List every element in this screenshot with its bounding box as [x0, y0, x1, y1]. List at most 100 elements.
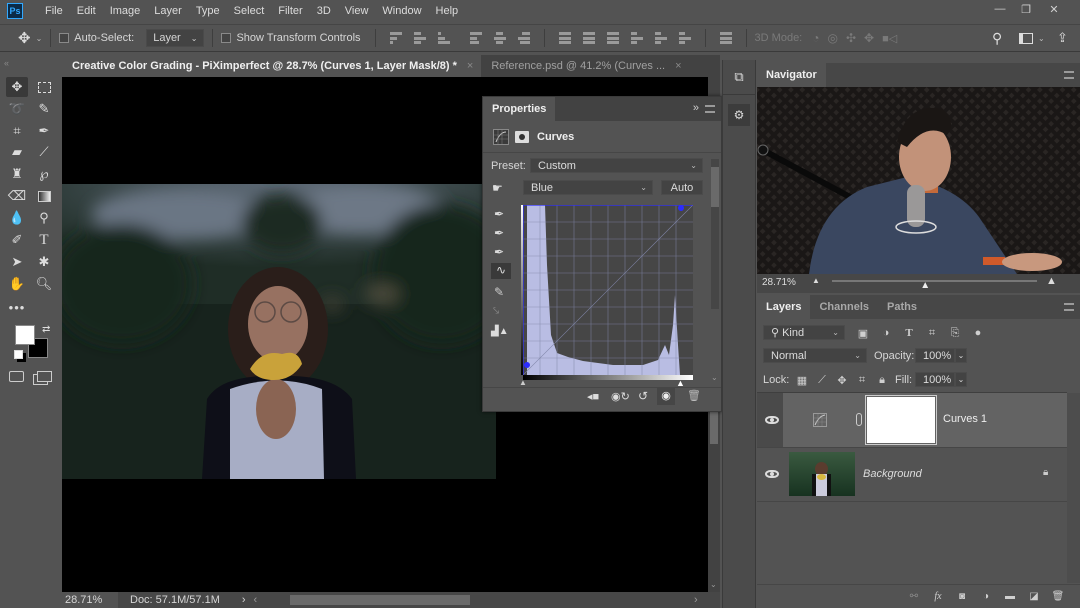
- filter-adjustment-icon[interactable]: ◑: [879, 326, 893, 340]
- blend-mode-dropdown[interactable]: Normal ⌄: [763, 348, 867, 363]
- crop-tool-icon[interactable]: ⌗: [6, 121, 28, 141]
- black-input-slider[interactable]: ▲: [519, 378, 527, 387]
- auto-select-target-dropdown[interactable]: Layer ⌄: [146, 29, 205, 47]
- document-tab-active[interactable]: Creative Color Grading - PiXimperfect @ …: [62, 55, 482, 77]
- horizontal-scrollbar-thumb[interactable]: [290, 595, 470, 605]
- scroll-left-arrow-icon[interactable]: ‹: [254, 594, 258, 606]
- eyedropper-tool-icon[interactable]: ✒: [33, 121, 55, 141]
- navigator-preview[interactable]: [757, 87, 1080, 274]
- screen-mode-icon[interactable]: [37, 371, 52, 382]
- move-tool-icon[interactable]: ✥: [6, 77, 28, 97]
- target-adjustment-hand-icon[interactable]: ☛: [492, 181, 503, 195]
- distribute-right-icon[interactable]: [678, 32, 691, 44]
- distribute-hcenter-icon[interactable]: [654, 32, 667, 44]
- menu-file[interactable]: File: [45, 5, 63, 17]
- distribute-bottom-icon[interactable]: [606, 32, 619, 44]
- hand-tool-icon[interactable]: ✋: [6, 274, 28, 294]
- menu-filter[interactable]: Filter: [278, 5, 302, 17]
- white-point-eyedropper-icon[interactable]: ✒: [494, 245, 504, 259]
- 3d-slide-icon[interactable]: ✥: [864, 31, 874, 45]
- restore-button[interactable]: ❐: [1012, 0, 1040, 18]
- black-point-eyedropper-icon[interactable]: ✒: [494, 207, 504, 221]
- collapse-panel-icon[interactable]: »: [693, 102, 699, 114]
- layer-name[interactable]: Curves 1: [943, 413, 987, 425]
- show-transform-checkbox[interactable]: [221, 33, 232, 43]
- scrollbar-thumb[interactable]: [710, 412, 718, 444]
- link-layers-icon[interactable]: ⚯: [907, 591, 921, 603]
- quick-selection-tool-icon[interactable]: ✎: [33, 99, 55, 119]
- 3d-roll-icon[interactable]: ◎: [828, 31, 838, 45]
- zoom-in-icon[interactable]: ▲: [1046, 275, 1057, 287]
- menu-edit[interactable]: Edit: [77, 5, 96, 17]
- new-layer-icon[interactable]: ◪: [1027, 591, 1041, 603]
- menu-window[interactable]: Window: [382, 5, 421, 17]
- layer-row-curves-1[interactable]: Curves 1: [757, 393, 1067, 447]
- gray-point-eyedropper-icon[interactable]: ✒: [494, 226, 504, 240]
- swap-colors-icon[interactable]: ⇄: [42, 324, 50, 335]
- minimize-button[interactable]: —: [986, 0, 1014, 18]
- brush-tool-icon[interactable]: ⟋: [33, 142, 55, 162]
- navigator-tab[interactable]: Navigator: [757, 63, 826, 87]
- scroll-down-arrow-icon[interactable]: ⌄: [710, 580, 717, 589]
- layer-name[interactable]: Background: [863, 468, 922, 480]
- smooth-curve-icon[interactable]: ⤥: [493, 305, 499, 318]
- visibility-eye-icon[interactable]: [765, 470, 779, 478]
- menu-view[interactable]: View: [345, 5, 369, 17]
- auto-button[interactable]: Auto: [661, 180, 703, 195]
- close-button[interactable]: ✕: [1040, 0, 1068, 18]
- navigator-zoom-value[interactable]: 28.71%: [762, 277, 796, 288]
- channel-dropdown[interactable]: Blue ⌄: [523, 180, 653, 195]
- draw-pencil-icon[interactable]: ✎: [494, 285, 504, 299]
- panel-menu-icon[interactable]: [705, 105, 715, 113]
- filter-smart-object-icon[interactable]: ⎘: [948, 326, 962, 340]
- history-panel-icon[interactable]: ⧉: [728, 66, 750, 88]
- align-right-icon[interactable]: [517, 32, 530, 44]
- close-tab-icon[interactable]: ×: [675, 60, 681, 72]
- properties-tab[interactable]: Properties: [483, 97, 556, 121]
- zoom-out-icon[interactable]: ▲: [812, 276, 820, 285]
- default-colors-icon[interactable]: [14, 350, 23, 359]
- curve-point-white[interactable]: [678, 205, 684, 211]
- collapse-toolbar-icon[interactable]: «: [4, 58, 9, 68]
- clip-to-layer-icon[interactable]: ◂■: [587, 390, 599, 403]
- navigator-zoom-slider[interactable]: [832, 280, 1037, 282]
- gradient-tool-icon[interactable]: [33, 186, 55, 206]
- tab-paths[interactable]: Paths: [878, 295, 926, 319]
- fill-input[interactable]: 100%: [915, 372, 955, 387]
- 3d-camera-icon[interactable]: ■◁: [882, 32, 897, 45]
- scroll-down-arrow-icon[interactable]: ⌄: [711, 373, 718, 382]
- align-top-icon[interactable]: [389, 32, 402, 44]
- edit-toolbar-icon[interactable]: •••: [6, 297, 28, 317]
- custom-shape-tool-icon[interactable]: ✱: [33, 252, 55, 272]
- type-tool-icon[interactable]: T: [33, 230, 55, 250]
- mask-link-icon[interactable]: [856, 413, 862, 426]
- eraser-tool-icon[interactable]: ⌫: [6, 186, 28, 206]
- document-tab-reference[interactable]: Reference.psd @ 41.2% (Curves ... ×: [481, 55, 690, 77]
- scroll-right-arrow-icon[interactable]: ›: [694, 594, 698, 606]
- tab-layers[interactable]: Layers: [757, 295, 811, 319]
- tab-channels[interactable]: Channels: [810, 295, 878, 319]
- dodge-tool-icon[interactable]: ⚲: [33, 208, 55, 228]
- preset-dropdown[interactable]: Custom ⌄: [530, 158, 703, 173]
- tool-preset-dropdown[interactable]: ⌄: [36, 34, 43, 43]
- auto-select-checkbox[interactable]: [59, 33, 70, 43]
- opacity-input[interactable]: 100%: [915, 348, 955, 363]
- zoom-tool-icon[interactable]: 🔍︎: [33, 274, 55, 294]
- align-bottom-icon[interactable]: [437, 32, 450, 44]
- chevron-down-icon[interactable]: ⌄: [1038, 34, 1045, 43]
- panel-menu-icon[interactable]: [1064, 71, 1074, 79]
- layer-mask-thumbnail[interactable]: [865, 395, 937, 445]
- layer-filter-dropdown[interactable]: ⚲ Kind ⌄: [763, 325, 845, 340]
- 3d-orbit-icon[interactable]: ◔: [812, 31, 819, 45]
- menu-help[interactable]: Help: [436, 5, 459, 17]
- properties-panel-icon[interactable]: ⚙: [728, 104, 750, 126]
- toggle-visibility-icon[interactable]: ◉: [657, 387, 675, 405]
- share-icon[interactable]: ⇪: [1057, 30, 1068, 46]
- filter-pixel-icon[interactable]: ▣: [856, 326, 870, 340]
- edit-points-curve-icon[interactable]: ∿: [491, 263, 511, 279]
- reset-adjustment-icon[interactable]: ↺: [638, 389, 648, 403]
- search-icon[interactable]: ⚲: [992, 30, 1002, 47]
- delete-layer-icon[interactable]: 🗑︎: [1051, 591, 1065, 603]
- healing-brush-tool-icon[interactable]: ▰: [6, 142, 28, 162]
- new-group-icon[interactable]: ▬: [1003, 591, 1017, 603]
